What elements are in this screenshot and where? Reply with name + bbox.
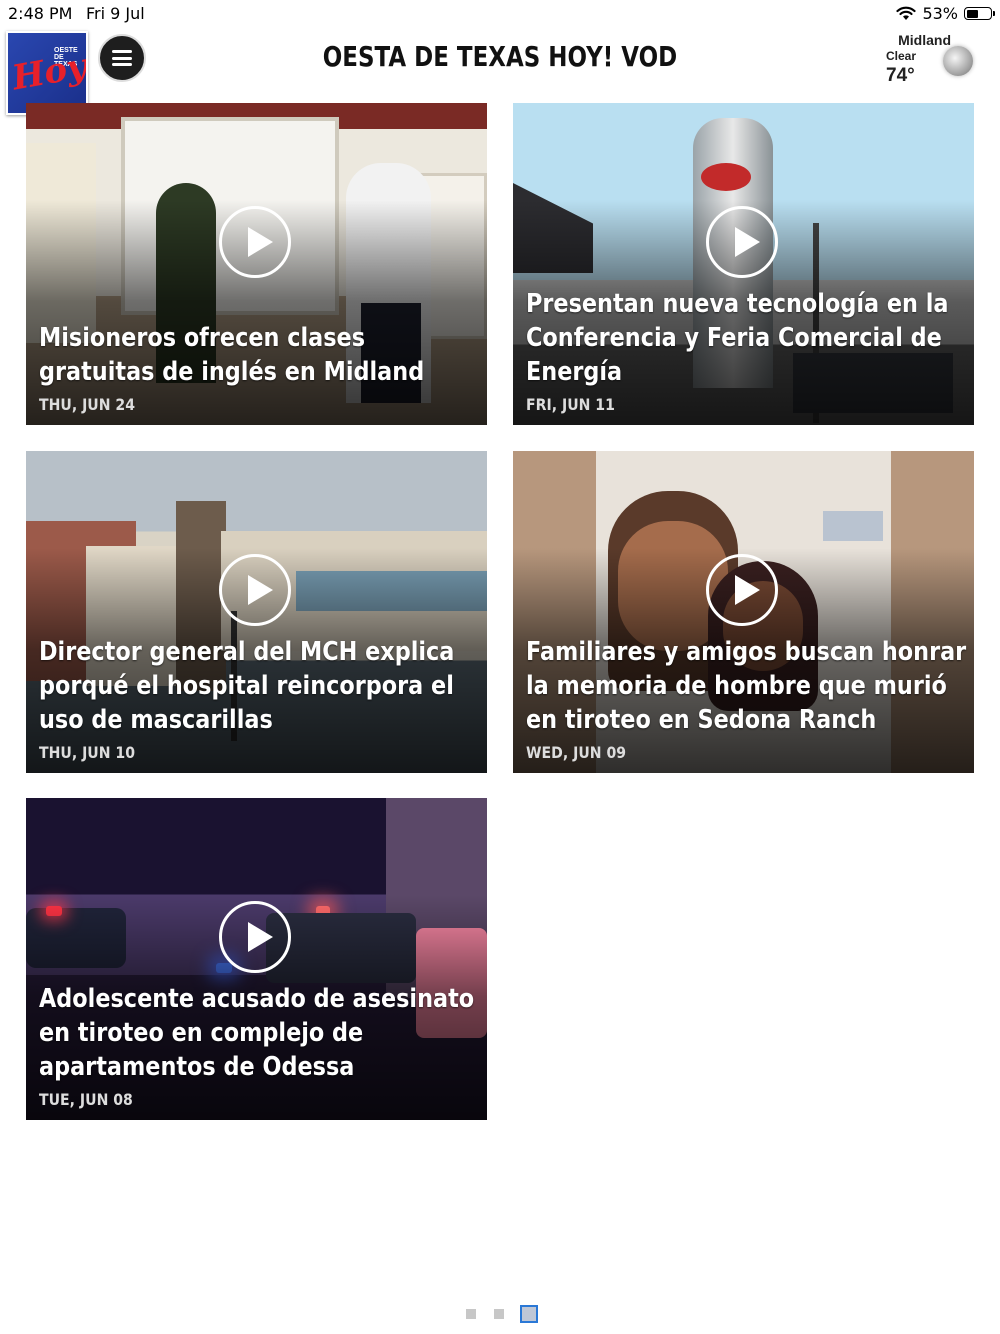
video-date: THU, JUN 24 [39,395,136,414]
play-icon[interactable] [706,554,778,626]
video-date: FRI, JUN 11 [526,395,615,414]
video-card[interactable]: Adolescente acusado de asesinato en tiro… [26,798,487,1120]
video-title: Director general del MCH explica porqué … [39,637,455,735]
play-icon[interactable] [219,901,291,973]
page-dot-3-current[interactable] [520,1305,538,1323]
weather-widget[interactable]: Midland Clear 74° [880,32,995,92]
wifi-icon [896,6,917,20]
battery-percent: 53% [922,4,958,23]
video-card[interactable]: Presentan nueva tecnología en la Confere… [513,103,974,425]
page-title: OESTA DE TEXAS HOY! VOD [322,40,678,73]
video-title: Misioneros ofrecen clases gratuitas de i… [39,323,425,387]
page-dot-2[interactable] [494,1309,504,1319]
video-date: TUE, JUN 08 [39,1090,133,1109]
video-title: Familiares y amigos buscan honrar la mem… [526,637,967,735]
menu-button[interactable] [98,34,146,82]
weather-temperature: 74° [886,65,915,86]
status-time: 2:48 PM [8,4,73,23]
video-title: Presentan nueva tecnología en la Confere… [526,289,949,387]
video-title: Adolescente acusado de asesinato en tiro… [39,984,475,1082]
play-icon[interactable] [706,206,778,278]
video-date: THU, JUN 10 [39,743,136,762]
app-header: OESTA DE TEXAS HOY! VOD OESTE DE TEXAS Ho… [0,26,1000,115]
video-card[interactable]: Familiares y amigos buscan honrar la mem… [513,451,974,773]
hamburger-icon [112,50,132,66]
weather-condition: Clear [886,49,917,63]
status-bar: 2:48 PM Fri 9 Jul 53% [0,0,1000,26]
status-indicators: 53% [896,4,995,23]
video-date: WED, JUN 09 [526,743,627,762]
moon-icon [943,46,973,76]
status-date: Fri 9 Jul [86,4,145,23]
page-indicator [0,1304,1000,1324]
video-card[interactable]: Misioneros ofrecen clases gratuitas de i… [26,103,487,425]
page-dot-1[interactable] [466,1309,476,1319]
battery-icon [964,7,995,20]
video-card[interactable]: Director general del MCH explica porqué … [26,451,487,773]
weather-city: Midland [898,32,951,48]
play-icon[interactable] [219,206,291,278]
logo-wordmark: Hoy! [9,43,88,99]
play-icon[interactable] [219,554,291,626]
